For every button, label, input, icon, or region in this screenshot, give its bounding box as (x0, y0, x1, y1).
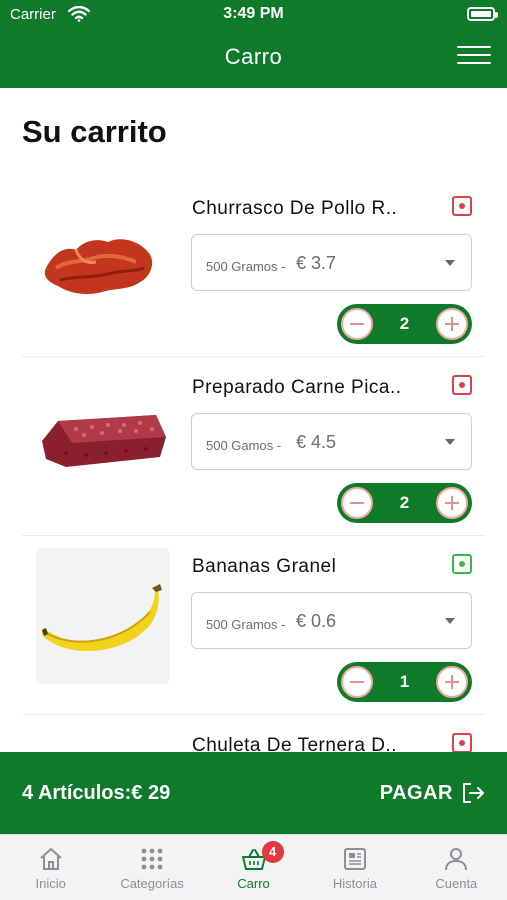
logout-arrow-icon (463, 783, 484, 803)
cart-item: Bananas Granel 500 Gramos - € 0.6 1 (0, 536, 507, 715)
checkout-bar: 4 Artículos:€ 29 PAGAR (0, 752, 507, 834)
variant-select[interactable]: 500 Gamos - € 4.5 (191, 413, 472, 470)
remove-item-button[interactable] (452, 196, 472, 216)
product-name: Chuleta De Ternera D.. (192, 735, 397, 752)
increment-button[interactable] (436, 666, 468, 698)
tab-label: Categorías (120, 876, 184, 891)
quantity-value: 2 (399, 314, 410, 333)
header-title: Carro (224, 44, 283, 69)
cart-total: 4 Artículos:€ 29 (22, 782, 171, 804)
decrement-button[interactable] (341, 487, 373, 519)
cart-item: Chuleta De Ternera D.. (0, 715, 507, 752)
tab-label: Carro (237, 876, 270, 891)
battery-icon (467, 7, 498, 21)
remove-dot-icon (459, 561, 465, 567)
variant-price: € 3.7 (296, 253, 337, 273)
remove-item-button[interactable] (452, 375, 472, 395)
variant-weight: 500 Gamos - (206, 438, 282, 453)
variant-price: € 4.5 (296, 432, 337, 452)
tab-historia[interactable]: Historia (304, 835, 405, 900)
grid-icon (141, 848, 163, 870)
remove-dot-icon (459, 740, 465, 746)
remove-dot-icon (459, 203, 465, 209)
tab-label: Inicio (35, 876, 66, 891)
pay-button[interactable]: PAGAR (380, 780, 485, 806)
variant-select[interactable]: 500 Gramos - € 3.7 (191, 234, 472, 291)
page-title: Su carrito (22, 114, 167, 149)
cart-item: Preparado Carne Pica.. 500 Gamos - € 4.5… (0, 357, 507, 536)
pay-label: PAGAR (379, 781, 453, 804)
tab-label: Cuenta (435, 876, 478, 891)
decrement-button[interactable] (341, 308, 373, 340)
product-name: Bananas Granel (192, 556, 337, 577)
product-name: Churrasco De Pollo R.. (192, 198, 398, 219)
cart-count-badge: 4 (261, 841, 284, 863)
quantity-stepper: 2 (337, 304, 472, 344)
quantity-value: 2 (399, 493, 410, 512)
tab-inicio[interactable]: Inicio (0, 835, 101, 900)
increment-button[interactable] (436, 487, 468, 519)
product-name: Preparado Carne Pica.. (192, 377, 402, 398)
quantity-stepper: 1 (337, 662, 472, 702)
variant-weight: 500 Gramos - (206, 259, 286, 274)
variant-weight: 500 Gramos - (206, 617, 286, 632)
quantity-value: 1 (399, 672, 410, 691)
user-icon (445, 848, 468, 871)
app-header: Carrier 3:49 PM Carro (0, 0, 507, 88)
newspaper-icon (343, 848, 366, 870)
cart-item: Churrasco De Pollo R.. 500 Gramos - € 3.… (0, 178, 507, 357)
dropdown-caret-icon (445, 618, 455, 624)
decrement-button[interactable] (341, 666, 373, 698)
remove-dot-icon (459, 382, 465, 388)
tab-carro[interactable]: 4 Carro (203, 835, 304, 900)
home-icon (40, 848, 62, 870)
tab-cuenta[interactable]: Cuenta (406, 835, 507, 900)
hamburger-menu-icon[interactable] (457, 46, 491, 68)
dropdown-caret-icon (445, 260, 455, 266)
variant-price: € 0.6 (296, 611, 337, 631)
remove-item-button[interactable] (452, 733, 472, 752)
tab-label: Historia (332, 876, 377, 891)
status-time: 3:49 PM (223, 5, 284, 22)
cart-items-list[interactable]: Churrasco De Pollo R.. 500 Gramos - € 3.… (0, 178, 507, 752)
quantity-stepper: 2 (337, 483, 472, 523)
tab-categorias[interactable]: Categorías (101, 835, 202, 900)
remove-item-button[interactable] (452, 554, 472, 574)
variant-select[interactable]: 500 Gramos - € 0.6 (191, 592, 472, 649)
product-image-ground-beef (36, 369, 170, 505)
dropdown-caret-icon (445, 439, 455, 445)
status-bar: Carrier 3:49 PM (0, 0, 507, 30)
tab-bar: Inicio Categorías 4 Carro Historia Cuent… (0, 834, 507, 900)
product-image-banana (36, 548, 170, 684)
increment-button[interactable] (436, 308, 468, 340)
product-image-chicken (36, 190, 170, 326)
